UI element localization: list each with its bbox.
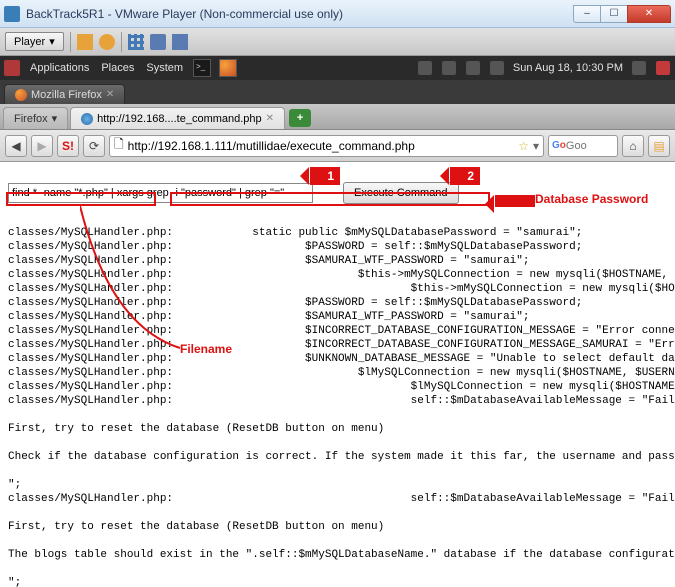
power-icon[interactable] — [77, 34, 93, 50]
close-icon[interactable]: ✕ — [106, 89, 114, 100]
new-tab-button[interactable]: + — [289, 109, 311, 127]
gnome-panel: Applications Places System >_ Sun Aug 18… — [0, 56, 675, 80]
tab-label: http://192.168....te_command.php — [97, 113, 262, 125]
menu-applications[interactable]: Applications — [28, 62, 91, 74]
annotation-arrow — [495, 195, 535, 207]
execute-button[interactable]: Execute Command — [343, 182, 459, 204]
back-button[interactable]: ◀ — [5, 135, 27, 157]
url-bar[interactable]: 🗋 ☆ ▾ — [109, 135, 544, 157]
vmware-icon — [4, 6, 20, 22]
window-titlebar: BackTrack5R1 - VMware Player (Non-commer… — [0, 0, 675, 28]
close-tab-icon[interactable]: ✕ — [266, 113, 274, 124]
firefox-icon — [15, 89, 27, 101]
user-icon[interactable] — [632, 61, 646, 75]
google-icon: Go — [552, 140, 566, 151]
chevron-down-icon: ▾ — [49, 35, 55, 48]
separator — [70, 32, 71, 52]
firefox-launcher-icon[interactable] — [219, 59, 237, 77]
distro-icon[interactable] — [4, 60, 20, 76]
annotation-badge-1: 1 — [310, 167, 340, 185]
annotation-label-filename: Filename — [180, 342, 232, 356]
close-button[interactable]: ✕ — [627, 5, 671, 23]
url-input[interactable] — [128, 139, 515, 153]
menu-system[interactable]: System — [144, 62, 185, 74]
tray-icon[interactable] — [442, 61, 456, 75]
annotation-label-password: Database Password — [535, 192, 648, 206]
player-menu[interactable]: Player ▾ — [5, 32, 64, 51]
separator — [121, 32, 122, 52]
noscript-button[interactable]: S! — [57, 135, 79, 157]
search-input[interactable] — [566, 140, 614, 152]
volume-icon[interactable] — [490, 61, 504, 75]
tab-label: Firefox — [14, 113, 48, 125]
pause-icon[interactable] — [99, 34, 115, 50]
clock[interactable]: Sun Aug 18, 10:30 PM — [513, 62, 623, 74]
chevron-down-icon[interactable]: ▾ — [533, 139, 539, 153]
firefox-window-tab[interactable]: Mozilla Firefox ✕ — [4, 84, 125, 104]
minimize-button[interactable]: – — [573, 5, 601, 23]
site-identity-icon[interactable]: 🗋 — [114, 135, 124, 156]
terminal-launcher-icon[interactable]: >_ — [193, 59, 211, 77]
monitor-icon[interactable] — [150, 34, 166, 50]
globe-icon — [81, 113, 93, 125]
grid-icon[interactable] — [128, 34, 144, 50]
feed-button[interactable]: ▤ — [648, 135, 670, 157]
vmware-toolbar: Player ▾ — [0, 28, 675, 56]
page-content: Execute Command classes/MySQLHandler.php… — [0, 162, 675, 587]
firefox-tabstrip: Firefox ▾ http://192.168....te_command.p… — [0, 104, 675, 130]
player-label: Player — [14, 36, 45, 48]
reload-button[interactable]: ⟳ — [83, 135, 105, 157]
chevron-down-icon: ▾ — [52, 112, 58, 125]
bookmark-star-icon[interactable]: ☆ — [518, 139, 529, 153]
forward-button[interactable]: ▶ — [31, 135, 53, 157]
search-box[interactable]: Go — [548, 135, 618, 157]
annotation-badge-2: 2 — [450, 167, 480, 185]
fullscreen-icon[interactable] — [172, 34, 188, 50]
maximize-button[interactable]: ☐ — [600, 5, 628, 23]
home-button[interactable]: ⌂ — [622, 135, 644, 157]
tab-page[interactable]: http://192.168....te_command.php ✕ — [70, 107, 285, 129]
window-title: BackTrack5R1 - VMware Player (Non-commer… — [26, 7, 574, 21]
window-tab-label: Mozilla Firefox — [31, 89, 102, 101]
tab-app[interactable]: Firefox ▾ — [3, 107, 68, 129]
power-icon[interactable] — [656, 61, 670, 75]
menu-places[interactable]: Places — [99, 62, 136, 74]
nav-toolbar: ◀ ▶ S! ⟳ 🗋 ☆ ▾ Go ⌂ ▤ — [0, 130, 675, 162]
firefox-window-tabstrip: Mozilla Firefox ✕ — [0, 80, 675, 104]
tray-icon[interactable] — [418, 61, 432, 75]
command-input[interactable] — [8, 183, 313, 203]
command-output: classes/MySQLHandler.php: static public … — [8, 226, 667, 587]
network-icon[interactable] — [466, 61, 480, 75]
